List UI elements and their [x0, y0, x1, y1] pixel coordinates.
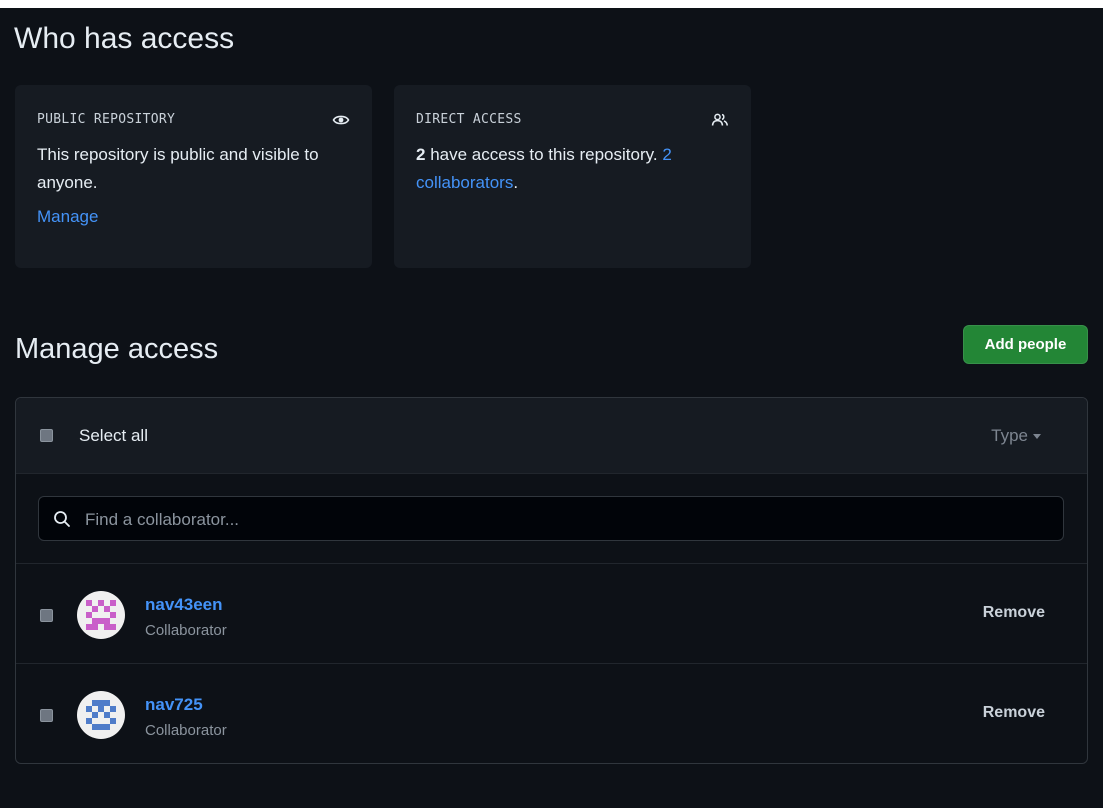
collaborator-username[interactable]: nav43een: [145, 595, 223, 615]
select-all-checkbox[interactable]: [40, 429, 53, 442]
manage-visibility-link[interactable]: Manage: [37, 207, 350, 227]
collaborator-row: nav43een Collaborator Remove: [16, 564, 1087, 664]
collaborator-role: Collaborator: [145, 622, 227, 639]
collaborator-username[interactable]: nav725: [145, 695, 203, 715]
collaborators-panel: Select all Type Find a collaborator... n…: [15, 397, 1088, 764]
avatar[interactable]: [77, 691, 125, 739]
direct-access-text-end: .: [513, 173, 519, 192]
who-has-access-heading: Who has access: [14, 22, 235, 55]
caret-down-icon: [1033, 434, 1041, 440]
search-box: [38, 496, 1064, 542]
collaborators-panel-header: Select all Type: [16, 398, 1087, 474]
public-repository-description: This repository is public and visible to…: [37, 145, 319, 192]
select-all-label: Select all: [79, 426, 148, 445]
collaborator-checkbox[interactable]: [40, 609, 53, 622]
public-repository-title: PUBLIC REPOSITORY: [37, 112, 176, 127]
people-icon: [711, 111, 729, 134]
search-section: [16, 474, 1087, 564]
add-people-button[interactable]: Add people: [963, 325, 1088, 364]
direct-access-card: DIRECT ACCESS 2 have access to this repo…: [394, 85, 751, 268]
collaborator-checkbox[interactable]: [40, 709, 53, 722]
remove-collaborator-button[interactable]: Remove: [983, 704, 1045, 722]
search-icon: [53, 510, 71, 533]
direct-access-text: have access to this repository.: [425, 145, 663, 164]
public-repository-card: PUBLIC REPOSITORY This repository is pub…: [15, 85, 372, 268]
find-collaborator-input[interactable]: [83, 497, 1047, 542]
eye-icon: [332, 111, 350, 134]
manage-access-heading: Manage access: [15, 333, 219, 365]
type-filter-dropdown[interactable]: Type: [991, 426, 1041, 446]
collaborator-row: nav725 Collaborator Remove: [16, 664, 1087, 763]
remove-collaborator-button[interactable]: Remove: [983, 604, 1045, 622]
collaborator-role: Collaborator: [145, 722, 227, 739]
direct-access-description: 2 have access to this repository. 2 coll…: [416, 141, 729, 197]
direct-access-title: DIRECT ACCESS: [416, 112, 522, 127]
type-filter-label: Type: [991, 426, 1028, 445]
top-edge: [0, 0, 1103, 8]
avatar[interactable]: [77, 591, 125, 639]
